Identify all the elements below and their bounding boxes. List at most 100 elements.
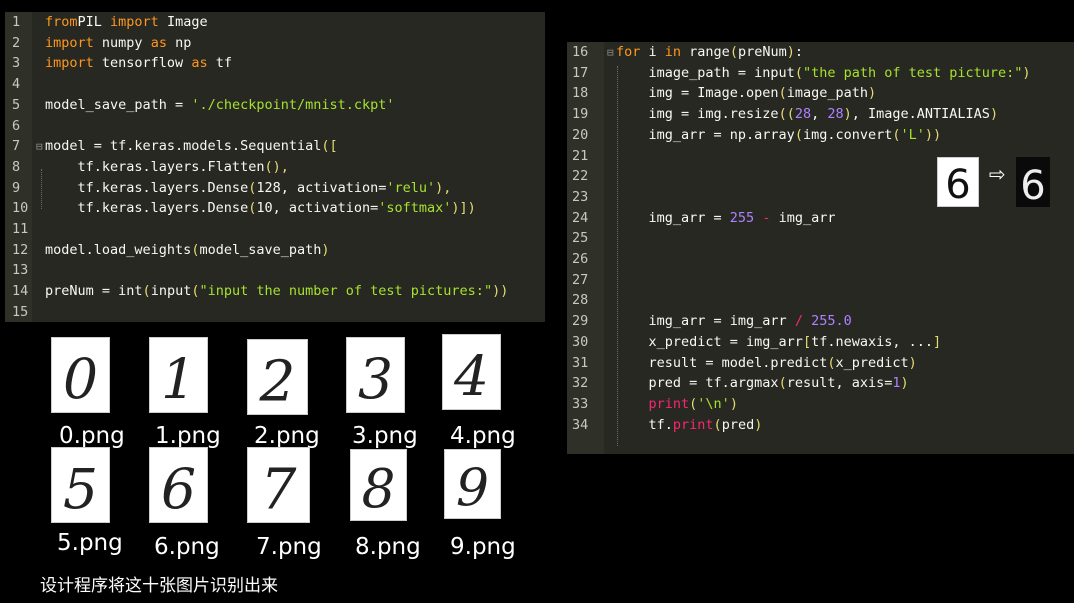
code-line: 27: [567, 270, 1074, 291]
code-line: 33 print('\n'): [567, 394, 1074, 415]
indent-guide: [41, 169, 42, 209]
code-line: 14 preNum = int(input("input the number o…: [5, 281, 545, 302]
code-token: print: [672, 416, 714, 433]
code-token: 'relu': [386, 179, 436, 196]
code-token: img = img.resize: [616, 106, 779, 123]
code-token: import: [45, 55, 94, 72]
digit-1-image: 1: [149, 337, 208, 413]
code-text: img_arr = img_arr / 255.0: [616, 311, 852, 332]
code-token: ): [843, 106, 852, 123]
code-token: as: [150, 34, 167, 51]
code-line: 17 image_path = input("the path of test …: [567, 63, 1074, 84]
line-number: 20: [572, 126, 589, 143]
digit-8-image: 8: [350, 449, 407, 521]
code-text: result = model.predict(x_predict): [616, 353, 917, 374]
image-filename-label: 3.png: [352, 423, 418, 449]
digit-6-inverted-image: 6: [1016, 157, 1050, 207]
image-filename-label: 8.png: [355, 534, 421, 560]
line-number: 16: [572, 44, 589, 60]
code-token: print: [616, 395, 690, 412]
code-text: print('\n'): [616, 394, 738, 415]
handwritten-digit: 2: [259, 349, 296, 414]
code-token: tf.newaxis, ...: [811, 333, 933, 350]
code-token: ): [908, 354, 917, 371]
code-token: img_arr = np.array: [616, 126, 795, 143]
original-digit: 6: [945, 162, 970, 206]
code-token: img_arr = img_arr: [616, 313, 795, 330]
code-line: 3 import tensorflow as tf: [5, 53, 545, 74]
code-token: (: [778, 85, 787, 102]
handwritten-digit: 8: [362, 458, 396, 520]
line-number: 28: [572, 292, 589, 309]
code-token: preNum: [737, 44, 787, 60]
code-token: 28: [794, 106, 812, 123]
code-line: 15: [5, 302, 545, 322]
image-filename-label: 7.png: [256, 534, 322, 560]
code-token: ): [989, 106, 999, 123]
arrow-icon: ⇨: [989, 162, 1006, 186]
code-token: ,: [811, 106, 828, 123]
code-token: range: [681, 44, 730, 60]
code-token: in: [664, 44, 682, 60]
code-token: )): [492, 283, 509, 300]
code-line: 13: [5, 260, 545, 281]
code-line: 10 tf.keras.layers.Dense(10, activation=…: [5, 198, 545, 219]
line-number: 7: [12, 138, 21, 155]
handwritten-digit: 6: [161, 457, 196, 521]
code-token: PIL: [77, 14, 111, 30]
code-token: (: [778, 375, 787, 392]
code-token: for: [616, 44, 641, 60]
line-number: 10: [12, 200, 29, 217]
code-token: ): [900, 375, 909, 392]
line-number: 29: [572, 313, 589, 330]
code-text: fromPIL import Image: [45, 12, 208, 33]
image-filename-label: 1.png: [155, 423, 221, 449]
fold-toggle-icon[interactable]: ⊟: [607, 42, 614, 63]
code-token: model = tf.keras.models.Sequential: [45, 138, 322, 155]
code-token: -: [754, 209, 779, 226]
code-token: 10, activation=: [256, 200, 379, 217]
handwritten-digit: 4: [453, 344, 489, 408]
digit-0-image: 0: [51, 337, 110, 413]
code-token: (: [794, 126, 803, 143]
code-token: ): [786, 44, 795, 60]
code-token: 'L': [900, 126, 925, 143]
code-token: tf.: [616, 416, 673, 433]
code-token: img.convert: [802, 126, 893, 143]
code-token: ]: [933, 333, 942, 350]
handwritten-digit: 9: [456, 458, 489, 518]
fold-toggle-icon[interactable]: ⊟: [36, 136, 43, 157]
image-filename-label: 6.png: [154, 534, 220, 560]
code-line: 11: [5, 219, 545, 240]
handwritten-digit: 0: [63, 347, 98, 411]
handwritten-digit: 1: [161, 347, 196, 411]
code-token: ): [1022, 64, 1031, 81]
line-number: 3: [12, 55, 21, 72]
code-text: pred = tf.argmax(result, axis=1): [616, 373, 909, 394]
code-text: tf.keras.layers.Flatten(),: [45, 157, 289, 178]
line-number: 15: [12, 303, 29, 320]
code-line: 25: [567, 228, 1074, 249]
digit-7-image: 7: [247, 447, 310, 523]
code-line: 29 img_arr = img_arr / 255.0: [567, 311, 1074, 332]
line-number: 5: [12, 96, 21, 113]
left-code-editor: 1 fromPIL import Image 2 import numpy as np…: [5, 12, 545, 322]
code-token: tensorflow: [93, 55, 192, 72]
code-text: preNum = int(input("input the number of …: [45, 281, 508, 302]
line-number: 17: [572, 64, 589, 81]
code-token: numpy: [93, 34, 151, 51]
code-line: 4: [5, 74, 545, 95]
code-line: 26: [567, 249, 1074, 270]
code-token: import: [45, 34, 94, 51]
code-token: preNum = int: [45, 283, 143, 300]
code-text: img = img.resize((28, 28), Image.ANTIALI…: [616, 104, 999, 125]
code-line: 31 result = model.predict(x_predict): [567, 353, 1074, 374]
code-token: tf.keras.layers.Flatten: [45, 158, 265, 175]
code-text: for i in range(preNum):: [616, 42, 803, 63]
code-line: 19 img = img.resize((28, 28), Image.ANTI…: [567, 104, 1074, 125]
code-token: Image: [158, 14, 208, 30]
code-line: 30 x_predict = img_arr[tf.newaxis, ...]: [567, 332, 1074, 353]
code-token: "input the number of test pictures:": [199, 283, 493, 300]
code-token: 128, activation=: [256, 179, 387, 196]
